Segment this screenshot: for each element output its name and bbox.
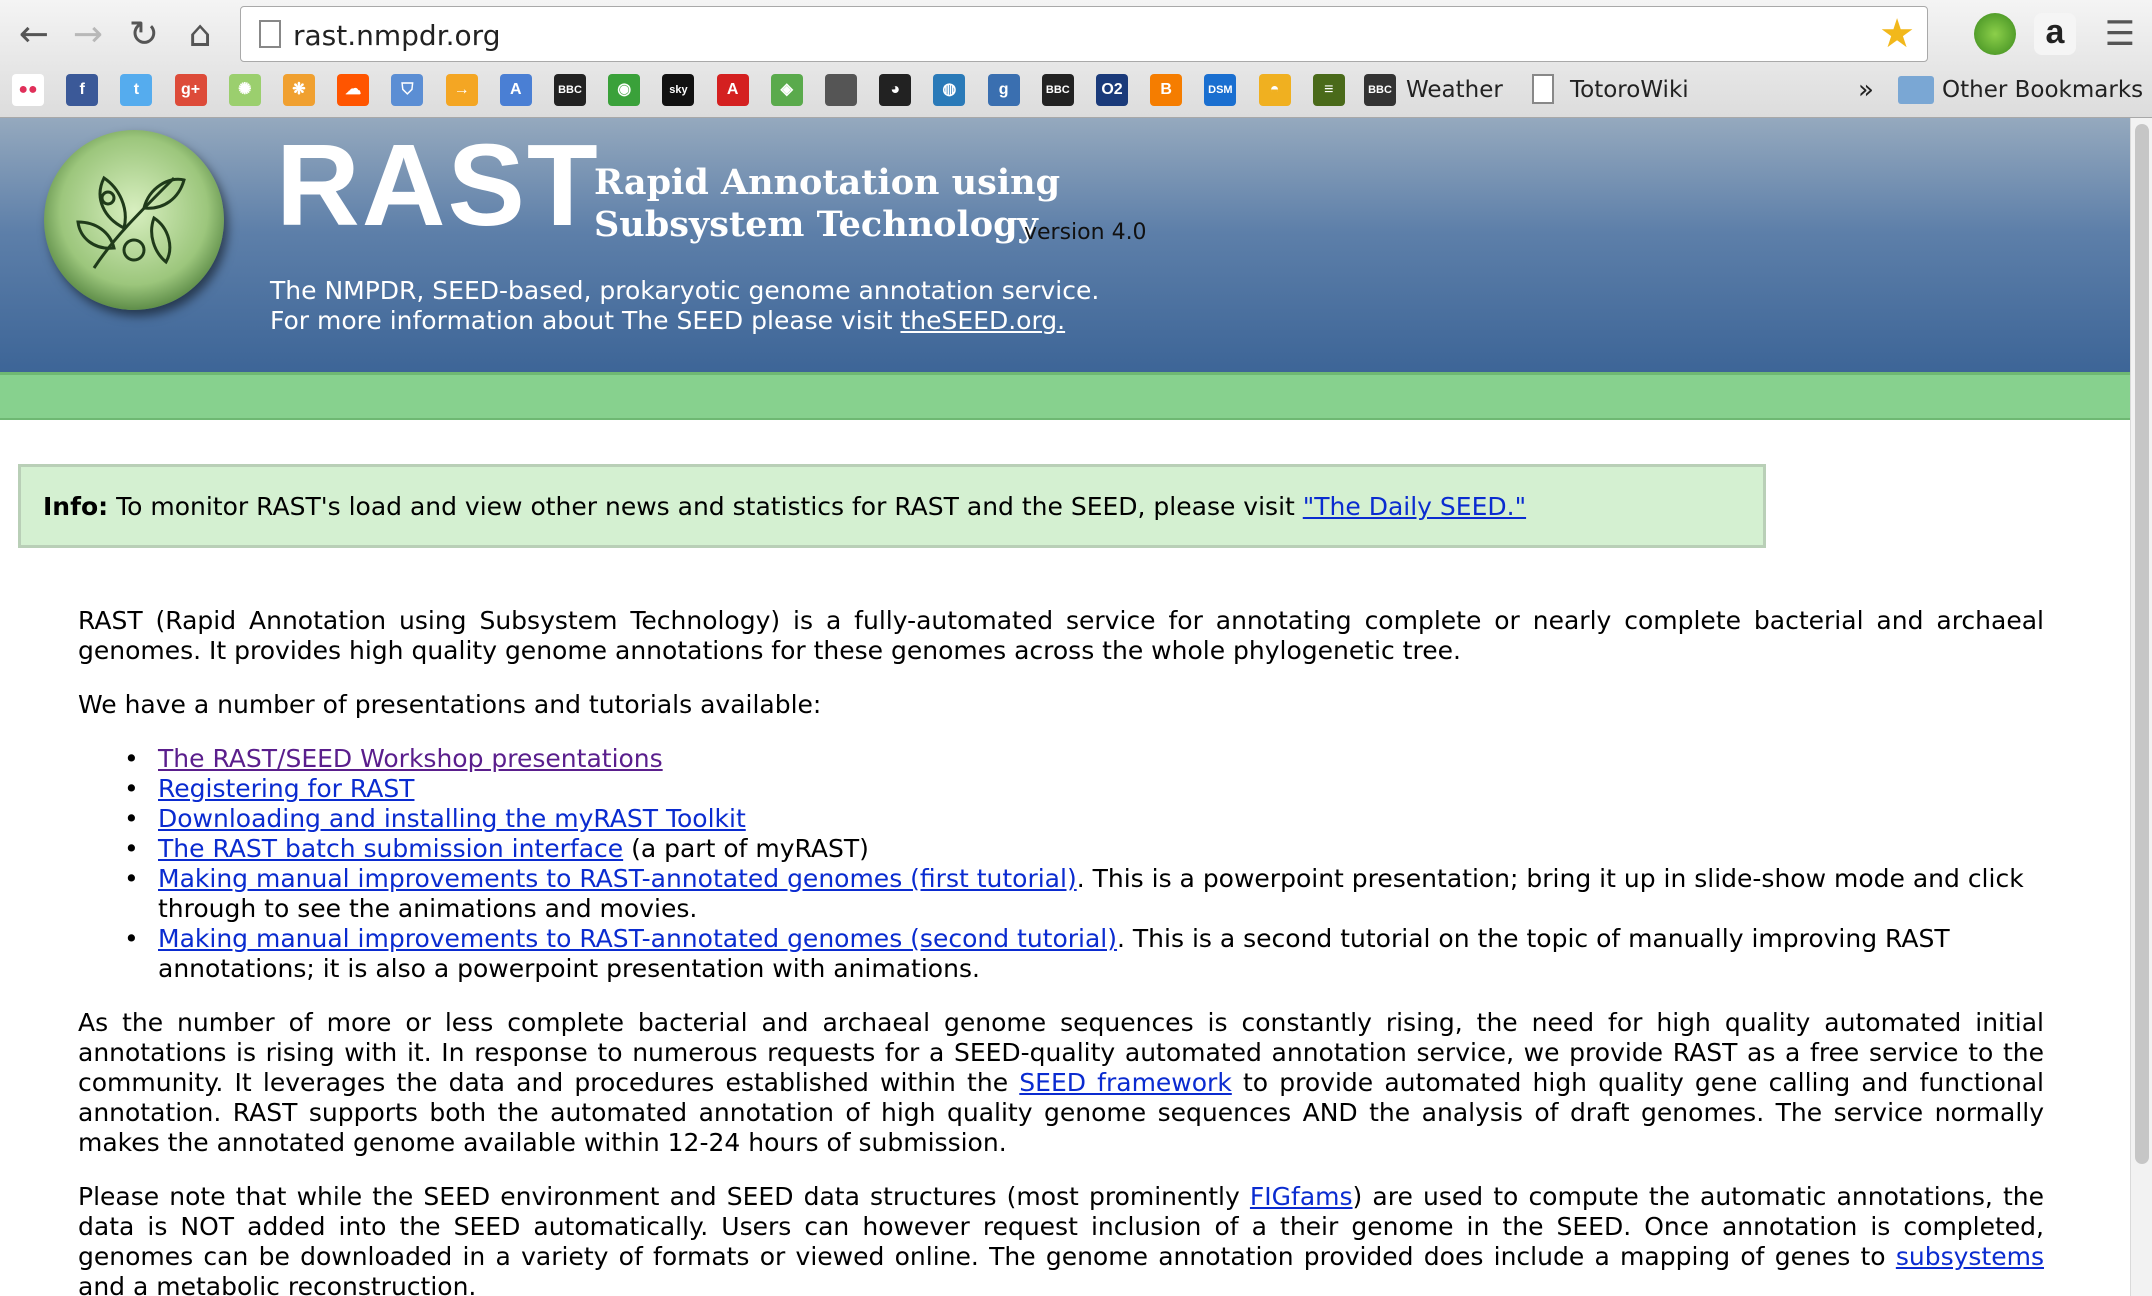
- bookmark-totorowiki[interactable]: TotoroWiki: [1570, 74, 1689, 106]
- tutorial-link-first-tutorial[interactable]: Making manual improvements to RAST-annot…: [158, 864, 1077, 893]
- figfams-link[interactable]: FIGfams: [1250, 1182, 1353, 1211]
- tutorials-list: The RAST/SEED Workshop presentations Reg…: [78, 744, 2044, 984]
- tutorial-link-second-tutorial[interactable]: Making manual improvements to RAST-annot…: [158, 924, 1117, 953]
- list-item: Registering for RAST: [78, 774, 2044, 804]
- info-box: Info: To monitor RAST's load and view ot…: [18, 464, 1766, 548]
- adobe-icon[interactable]: A: [716, 74, 749, 106]
- arrow-icon[interactable]: →: [445, 74, 478, 106]
- facebook-icon[interactable]: f: [66, 74, 99, 106]
- header-desc-line-1: The NMPDR, SEED-based, prokaryotic genom…: [270, 276, 1100, 305]
- intro-paragraph: RAST (Rapid Annotation using Subsystem T…: [78, 606, 2044, 665]
- list-item: The RAST batch submission interface (a p…: [78, 834, 2044, 864]
- reload-icon[interactable]: ↻: [122, 12, 166, 56]
- apple-icon[interactable]: [825, 74, 857, 106]
- home-icon[interactable]: ⌂: [178, 12, 222, 56]
- pinwheel-icon[interactable]: ✺: [228, 74, 261, 106]
- folder-icon: [1898, 76, 1934, 104]
- daily-seed-link[interactable]: "The Daily SEED.": [1303, 492, 1526, 521]
- page-icon: [259, 20, 281, 48]
- address-bar-url[interactable]: rast.nmpdr.org: [293, 19, 500, 52]
- menu-icon[interactable]: ☰: [2098, 12, 2142, 56]
- list-item: Downloading and installing the myRAST To…: [78, 804, 2044, 834]
- translate-icon[interactable]: A: [499, 74, 532, 106]
- stripes-icon[interactable]: ≡: [1312, 74, 1345, 106]
- google-plus-icon[interactable]: g+: [174, 74, 207, 106]
- main-content: RAST (Rapid Annotation using Subsystem T…: [78, 606, 2044, 1296]
- rast-title: RAST: [276, 120, 600, 250]
- bbc2-icon[interactable]: BBC: [1041, 74, 1074, 106]
- browser-toolbar: ← → ↻ ⌂ rast.nmpdr.org ★ a ☰ BBC Weather…: [0, 0, 2152, 118]
- vertical-scrollbar[interactable]: [2130, 118, 2152, 1296]
- seed-framework-link[interactable]: SEED framework: [1019, 1068, 1232, 1097]
- sunrise-icon[interactable]: ◓: [1258, 74, 1291, 106]
- tutorial-link-registering[interactable]: Registering for RAST: [158, 774, 414, 803]
- rast-subtitle: Rapid Annotation using Subsystem Technol…: [594, 162, 1060, 246]
- tutorial-suffix: (a part of myRAST): [623, 834, 869, 863]
- bbc-weather-icon: BBC: [1364, 74, 1396, 106]
- version-label: version 4.0: [1024, 220, 1147, 245]
- list-item: Making manual improvements to RAST-annot…: [78, 924, 2044, 984]
- tutorial-link-batch-submission[interactable]: The RAST batch submission interface: [158, 834, 623, 863]
- bookmark-star-icon[interactable]: ★: [1879, 11, 1915, 57]
- blogger-icon[interactable]: B: [1150, 74, 1183, 106]
- shield-icon[interactable]: ⛉: [391, 74, 424, 106]
- bookmarks-bar: BBC Weather TotoroWiki » Other Bookmarks…: [0, 70, 2152, 110]
- colorful-icon[interactable]: ❋: [283, 74, 315, 106]
- subtitle-line-1: Rapid Annotation using: [594, 162, 1061, 203]
- theseed-link[interactable]: theSEED.org.: [900, 306, 1065, 335]
- document-icon: [1532, 74, 1554, 104]
- bucket-icon[interactable]: ◍: [933, 74, 966, 106]
- subtitle-line-2: Subsystem Technology: [594, 204, 1038, 245]
- tutorial-link-workshop[interactable]: The RAST/SEED Workshop presentations: [158, 744, 663, 773]
- info-text: To monitor RAST's load and view other ne…: [108, 492, 1303, 521]
- tutorials-intro: We have a number of presentations and tu…: [78, 690, 822, 719]
- note-paragraph: Please note that while the SEED environm…: [78, 1182, 2044, 1296]
- amazon-icon[interactable]: a: [2034, 13, 2076, 55]
- bookmark-weather[interactable]: Weather: [1406, 74, 1503, 106]
- sky-icon[interactable]: sky: [662, 74, 695, 106]
- header-description: The NMPDR, SEED-based, prokaryotic genom…: [270, 276, 1099, 336]
- twitter-icon[interactable]: t: [120, 74, 153, 106]
- scrollbar-thumb[interactable]: [2135, 124, 2149, 1164]
- spotify-icon[interactable]: [1974, 13, 2016, 55]
- dsm-icon[interactable]: DSM: [1204, 74, 1237, 106]
- bookmark-other-bookmarks[interactable]: Other Bookmarks: [1942, 74, 2143, 106]
- rast-header: RAST Rapid Annotation using Subsystem Te…: [0, 118, 2130, 372]
- address-bar[interactable]: rast.nmpdr.org ★: [240, 6, 1928, 62]
- wifi-icon[interactable]: ◉: [608, 74, 641, 106]
- list-item: Making manual improvements to RAST-annot…: [78, 864, 2044, 924]
- github-icon[interactable]: ◕: [879, 74, 912, 106]
- bbc-icon[interactable]: BBC: [554, 74, 586, 106]
- maps-icon[interactable]: ◈: [770, 74, 803, 106]
- bookmarks-overflow-chevron[interactable]: »: [1858, 74, 1874, 106]
- rast-logo: [44, 130, 224, 310]
- g-icon[interactable]: g: [987, 74, 1020, 106]
- list-item: The RAST/SEED Workshop presentations: [78, 744, 2044, 774]
- tutorial-link-myrast-toolkit[interactable]: Downloading and installing the myRAST To…: [158, 804, 746, 833]
- o2-icon[interactable]: O2: [1096, 74, 1128, 106]
- info-label: Info:: [43, 492, 109, 521]
- green-divider-bar: [0, 372, 2130, 420]
- header-desc-line-2: For more information about The SEED plea…: [270, 306, 1099, 336]
- soundcloud-icon[interactable]: ☁: [337, 74, 370, 106]
- forward-arrow-icon[interactable]: →: [66, 12, 110, 56]
- para3-text-a: Please note that while the SEED environm…: [78, 1182, 1250, 1211]
- subsystems-link[interactable]: subsystems: [1896, 1242, 2044, 1271]
- back-arrow-icon[interactable]: ←: [12, 12, 56, 56]
- para3-text-c: and a metabolic reconstruction.: [78, 1272, 477, 1296]
- annotation-paragraph: As the number of more or less complete b…: [78, 1008, 2044, 1158]
- header-desc-prefix: For more information about The SEED plea…: [270, 306, 901, 335]
- leaf-drawing-icon: [76, 175, 186, 269]
- flickr-icon[interactable]: ●●: [12, 74, 44, 106]
